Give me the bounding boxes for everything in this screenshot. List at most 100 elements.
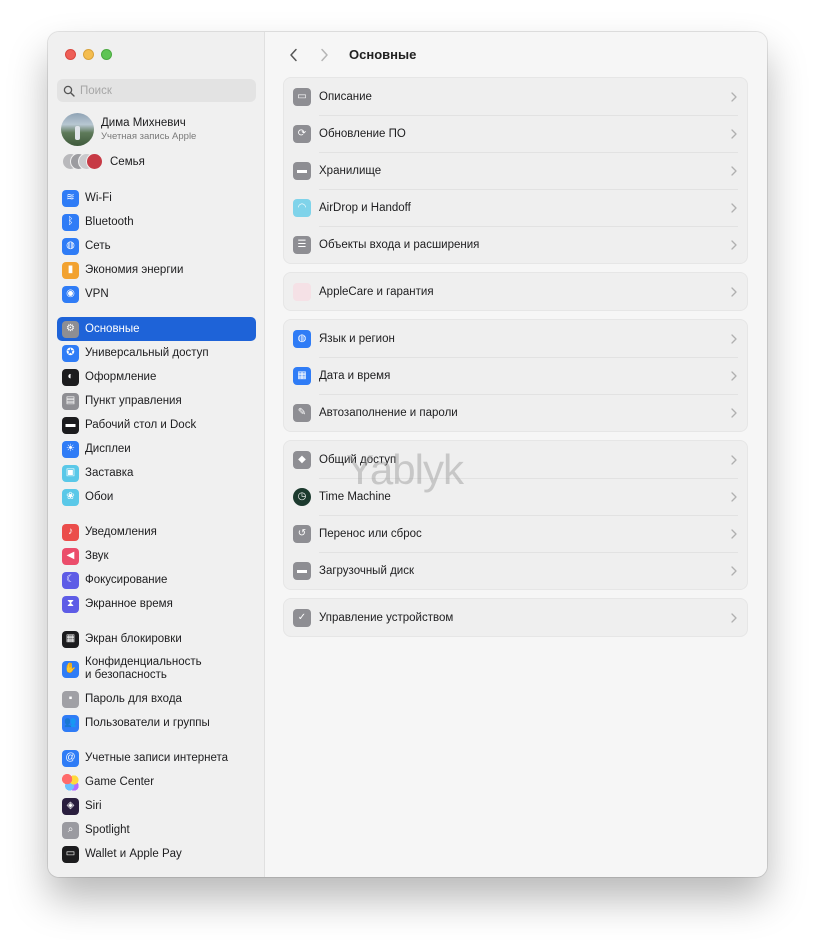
magnifier-icon: ⌕	[62, 821, 79, 839]
hand-icon: ✋	[62, 660, 79, 678]
game-center-icon	[62, 773, 79, 791]
sidebar-item-hourglass[interactable]: ⧗ Экранное время	[57, 592, 256, 616]
sidebar-item-label: Сеть	[85, 239, 111, 252]
sidebar-item-wifi[interactable]: ≋ Wi-Fi	[57, 186, 256, 210]
sidebar-item-control-center[interactable]: ▤ Пункт управления	[57, 389, 256, 413]
sidebar-item-label: Оформление	[85, 370, 157, 383]
sidebar-item-label: Учетные записи интернета	[85, 751, 229, 764]
sidebar-item-speaker[interactable]: ◀ Звук	[57, 544, 256, 568]
sidebar-item-siri[interactable]: ◈ Siri	[57, 794, 256, 818]
sidebar-item-lock[interactable]: ▪ Пароль для входа	[57, 687, 256, 711]
settings-row-applecare[interactable]: AppleCare и гарантия	[284, 273, 747, 310]
settings-row-login-items[interactable]: ☰ Объекты входа и расширения	[284, 226, 747, 263]
settings-row-device-management[interactable]: ✓ Управление устройством	[284, 599, 747, 636]
device-management-icon: ✓	[293, 608, 311, 627]
sidebar-item-users[interactable]: 👥 Пользователи и группы	[57, 711, 256, 735]
search-input[interactable]	[80, 84, 240, 97]
sidebar-item-label: Wallet и Apple Pay	[85, 847, 182, 860]
sidebar-item-globe[interactable]: ◍ Сеть	[57, 234, 256, 258]
settings-row-time-machine[interactable]: ◷ Time Machine	[284, 478, 747, 515]
sidebar-item-appearance[interactable]: ◐ Оформление	[57, 365, 256, 389]
family-label: Семья	[110, 155, 145, 168]
users-icon: 👥	[62, 714, 79, 732]
search-icon	[63, 85, 75, 97]
settings-row-label: Описание	[319, 90, 372, 103]
sidebar-item-label: Экономия энергии	[85, 263, 184, 276]
storage-icon: ▬	[293, 161, 311, 180]
sidebar-item-label: VPN	[85, 287, 109, 300]
settings-row-autofill[interactable]: ✎ Автозаполнение и пароли	[284, 394, 747, 431]
sidebar-group: @ Учетные записи интернета Game Center ◈ Sir…	[57, 746, 256, 866]
settings-row-sharing[interactable]: ◆ Общий доступ	[284, 441, 747, 478]
settings-row-label: Управление устройством	[319, 611, 454, 624]
settings-row-label: Загрузочный диск	[319, 564, 414, 577]
sidebar-item-displays[interactable]: ☀ Дисплеи	[57, 437, 256, 461]
sidebar-item-gear[interactable]: ⚙ Основные	[57, 317, 256, 341]
chevron-left-icon	[290, 48, 297, 61]
hourglass-icon: ⧗	[62, 595, 79, 613]
family-item[interactable]: Семья	[62, 153, 145, 170]
lock-icon: ▪	[62, 690, 79, 708]
sidebar-item-wallpaper[interactable]: ❀ Обои	[57, 485, 256, 509]
sidebar-item-label: Пункт управления	[85, 394, 182, 407]
sidebar-item-battery[interactable]: ▮ Экономия энергии	[57, 258, 256, 282]
sidebar-item-label: Уведомления	[85, 525, 157, 538]
sidebar-item-label: Wi-Fi	[85, 191, 112, 204]
autofill-icon: ✎	[293, 403, 311, 422]
sidebar-item-label: Дисплеи	[85, 442, 131, 455]
minimize-button[interactable]	[83, 49, 94, 60]
account-subtitle: Учетная запись Apple	[101, 131, 197, 142]
sidebar-item-hand[interactable]: ✋ Конфиденциальность и безопасность	[57, 651, 256, 687]
apple-account[interactable]: Дима Михневич Учетная запись Apple	[61, 113, 196, 146]
sidebar-item-desktop-dock[interactable]: ▬ Рабочий стол и Dock	[57, 413, 256, 437]
toolbar: Основные	[265, 32, 767, 77]
sidebar-item-accessibility[interactable]: ✪ Универсальный доступ	[57, 341, 256, 365]
sidebar-group: ♪ Уведомления ◀ Звук ☾ Фокусирование ⧗ Экранное…	[57, 520, 256, 616]
chevron-right-icon	[727, 239, 741, 250]
settings-row-label: Перенос или сброс	[319, 527, 422, 540]
sidebar-item-moon[interactable]: ☾ Фокусирование	[57, 568, 256, 592]
sidebar-item-at[interactable]: @ Учетные записи интернета	[57, 746, 256, 770]
sidebar-item-vpn[interactable]: ◉ VPN	[57, 282, 256, 306]
at-icon: @	[62, 749, 79, 767]
settings-row-label: Общий доступ	[319, 453, 397, 466]
settings-row-label: AirDrop и Handoff	[319, 201, 411, 214]
settings-row-airdrop[interactable]: ◠ AirDrop и Handoff	[284, 189, 747, 226]
search-field[interactable]	[57, 79, 256, 102]
zoom-button[interactable]	[101, 49, 112, 60]
account-name: Дима Михневич	[101, 117, 186, 129]
calendar-clock-icon: ▦	[293, 366, 311, 385]
chevron-right-icon	[321, 48, 328, 61]
chevron-right-icon	[727, 165, 741, 176]
sidebar-item-bell[interactable]: ♪ Уведомления	[57, 520, 256, 544]
settings-row-label: Язык и регион	[319, 332, 395, 345]
settings-row-about[interactable]: ▭ Описание	[284, 78, 747, 115]
sidebar-item-label: Game Center	[85, 775, 155, 788]
applecare-icon	[293, 282, 311, 301]
sidebar-item-magnifier[interactable]: ⌕ Spotlight	[57, 818, 256, 842]
settings-row-language-globe[interactable]: ◍ Язык и регион	[284, 320, 747, 357]
sidebar-item-label: Заставка	[85, 466, 134, 479]
settings-row-label: Объекты входа и расширения	[319, 238, 480, 251]
back-button[interactable]	[283, 44, 305, 66]
sidebar-item-lock-screen[interactable]: ▦ Экран блокировки	[57, 627, 256, 651]
settings-row-software-update[interactable]: ⟳ Обновление ПО	[284, 115, 747, 152]
settings-row-startup-disk[interactable]: ▬ Загрузочный диск	[284, 552, 747, 589]
chevron-right-icon	[727, 370, 741, 381]
close-button[interactable]	[65, 49, 76, 60]
wallet-icon: ▭	[62, 845, 79, 863]
sidebar-item-wallet[interactable]: ▭ Wallet и Apple Pay	[57, 842, 256, 866]
bell-icon: ♪	[62, 523, 79, 541]
chevron-right-icon	[727, 491, 741, 502]
forward-button[interactable]	[313, 44, 335, 66]
sidebar-item-bluetooth[interactable]: ᛒ Bluetooth	[57, 210, 256, 234]
accessibility-icon: ✪	[62, 344, 79, 362]
settings-row-storage[interactable]: ▬ Хранилище	[284, 152, 747, 189]
speaker-icon: ◀	[62, 547, 79, 565]
settings-row-calendar-clock[interactable]: ▦ Дата и время	[284, 357, 747, 394]
lock-screen-icon: ▦	[62, 630, 79, 648]
settings-window: Дима Михневич Учетная запись Apple Семья…	[48, 32, 767, 877]
settings-row-transfer-reset[interactable]: ↺ Перенос или сброс	[284, 515, 747, 552]
sidebar-item-game-center[interactable]: Game Center	[57, 770, 256, 794]
sidebar-item-screensaver[interactable]: ▣ Заставка	[57, 461, 256, 485]
